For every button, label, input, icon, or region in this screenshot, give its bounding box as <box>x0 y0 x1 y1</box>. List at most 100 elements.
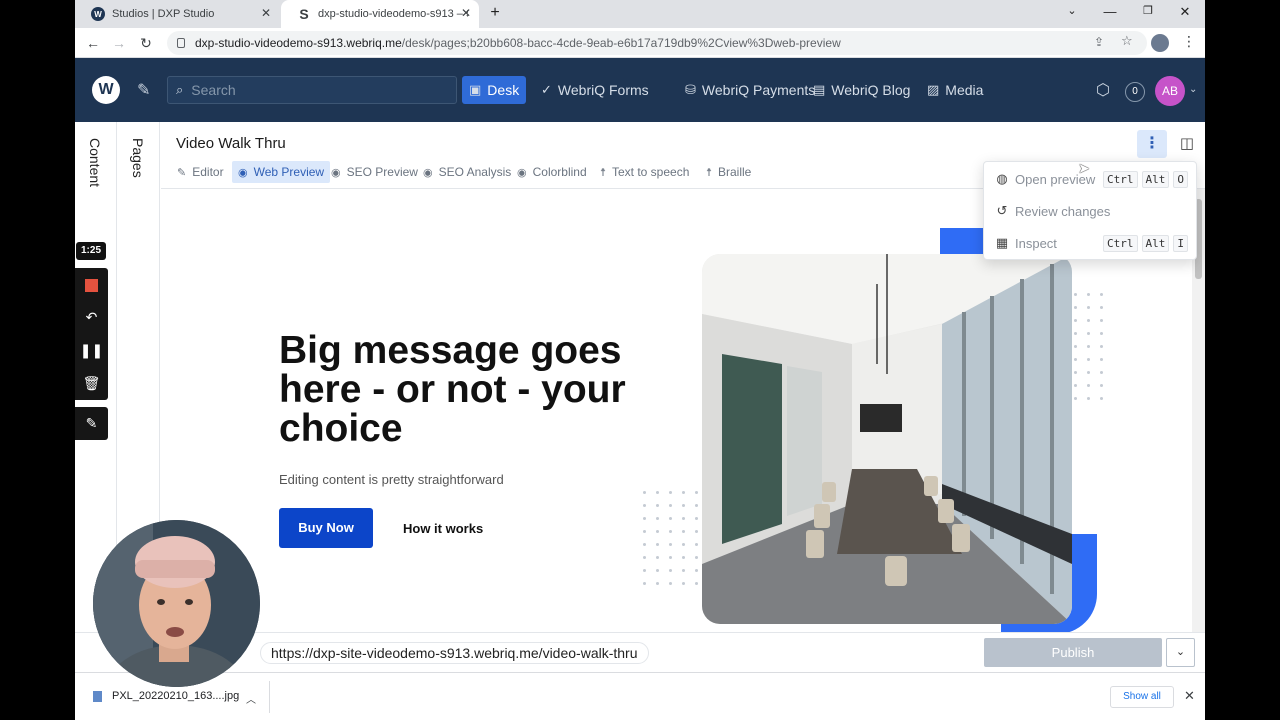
nav-webriq-blog[interactable]: ▤ WebriQ Blog <box>806 76 917 104</box>
decorative-dot <box>682 556 685 559</box>
new-tab-button[interactable]: + <box>485 4 505 22</box>
decorative-dot <box>682 504 685 507</box>
decorative-dot <box>1087 371 1090 374</box>
forward-icon[interactable]: → <box>109 33 129 53</box>
split-pane-icon[interactable]: ◫ <box>1175 132 1199 156</box>
decorative-dot <box>1100 319 1103 322</box>
share-icon[interactable]: ⇪ <box>1094 35 1104 49</box>
decorative-dot <box>1100 358 1103 361</box>
webriq-logo[interactable]: W <box>92 76 120 104</box>
hero-headline: Big message goes here - or not - your ch… <box>279 329 626 450</box>
downloads-close-icon[interactable]: ✕ <box>1184 688 1195 704</box>
browser-profile-avatar[interactable] <box>1151 34 1169 52</box>
tab-colorblind[interactable]: ◉ Colorblind <box>511 161 593 183</box>
search-input[interactable]: ⌕ Search <box>167 76 457 104</box>
payments-icon: ⛁ <box>685 82 696 97</box>
minimize-icon[interactable]: — <box>1100 4 1120 19</box>
decorative-dot-grid <box>1074 293 1103 400</box>
eye-icon: ◉ <box>238 166 248 179</box>
publish-options-chevron-icon[interactable]: ⌄ <box>1166 638 1195 667</box>
browser-menu-icon[interactable]: ⋮ <box>1182 33 1196 50</box>
tab-braille[interactable]: ☨ Braille <box>700 161 757 183</box>
hero-subtext: Editing content is pretty straightforwar… <box>279 472 504 487</box>
tab-seo-analysis[interactable]: ◉ SEO Analysis <box>417 161 517 183</box>
buy-now-button[interactable]: Buy Now <box>279 508 373 548</box>
menu-item-open-preview[interactable]: ◍ Open preview Ctrl Alt O <box>984 163 1198 195</box>
search-placeholder: Search <box>191 82 236 98</box>
browser-tab-dxp-studio[interactable]: S dxp-studio-videodemo-s913 – St ✕ <box>281 0 479 28</box>
tab-label: Web Preview <box>253 165 325 179</box>
decorative-dot <box>695 517 698 520</box>
tab-label: Editor <box>192 165 224 179</box>
package-icon[interactable]: ⬡ <box>1096 80 1110 100</box>
decorative-dot <box>1100 371 1103 374</box>
undo-icon[interactable]: ↶ <box>75 301 108 334</box>
decorative-dot <box>1100 293 1103 296</box>
more-options-button[interactable]: ⋮ <box>1137 130 1167 158</box>
published-url[interactable]: https://dxp-site-videodemo-s913.webriq.m… <box>260 642 649 664</box>
address-host: dxp-studio-videodemo-s913.webriq.me <box>195 36 402 50</box>
user-avatar[interactable]: AB <box>1155 76 1185 106</box>
eye-icon: ◉ <box>423 166 433 179</box>
menu-item-review-changes[interactable]: ↺ Review changes <box>984 195 1198 227</box>
window-close-icon[interactable]: ✕ <box>1175 4 1195 20</box>
download-options-chevron-icon[interactable]: ︿ <box>246 691 256 706</box>
reload-icon[interactable]: ↻ <box>136 33 156 53</box>
tab-editor[interactable]: ✎ Editor <box>171 161 230 183</box>
show-all-button[interactable]: Show all <box>1110 686 1174 708</box>
restore-icon[interactable]: ❐ <box>1138 4 1158 17</box>
nav-desk[interactable]: ▣ Desk <box>462 76 527 104</box>
decorative-dot-grid <box>643 491 698 585</box>
desk-icon: ▣ <box>469 82 482 97</box>
tab-strip: W Studios | DXP Studio ✕ S dxp-studio-vi… <box>75 0 1205 28</box>
decorative-dot <box>682 530 685 533</box>
decorative-dot <box>669 569 672 572</box>
accessibility-icon: ☨ <box>600 166 606 179</box>
decorative-dot <box>669 491 672 494</box>
tab-seo-preview[interactable]: ◉ SEO Preview <box>325 161 424 183</box>
browser-toolbar: ← → ↻ dxp-studio-videodemo-s913.webriq.m… <box>75 28 1205 58</box>
shortcut-key: Ctrl <box>1103 234 1138 252</box>
mouse-cursor-icon: ➤ <box>1078 160 1090 176</box>
decorative-dot <box>656 517 659 520</box>
nav-webriq-forms[interactable]: ✓ WebriQ Forms <box>534 76 656 104</box>
back-icon[interactable]: ← <box>83 33 103 53</box>
pause-icon[interactable]: ❚❚ <box>75 334 108 367</box>
shortcut-keys: Ctrl Alt O <box>1103 170 1188 188</box>
browser-tab-studios[interactable]: W Studios | DXP Studio ✕ <box>75 0 279 28</box>
nav-media[interactable]: ▨ Media <box>920 76 990 104</box>
shortcut-key: I <box>1173 234 1188 252</box>
tab-label: Colorblind <box>532 165 587 179</box>
close-tab-icon[interactable]: ✕ <box>261 6 271 20</box>
decorative-dot <box>1100 306 1103 309</box>
downloads-bar: PXL_20220210_163....jpg ︿ Show all ✕ <box>75 672 1205 720</box>
download-item[interactable]: PXL_20220210_163....jpg <box>93 690 239 702</box>
menu-item-label: Inspect <box>1015 235 1057 251</box>
document-icon: ▤ <box>813 82 826 97</box>
how-it-works-link[interactable]: How it works <box>403 521 483 536</box>
decorative-dot <box>1074 306 1077 309</box>
tab-web-preview[interactable]: ◉ Web Preview <box>232 161 331 183</box>
tab-title: Studios | DXP Studio <box>112 8 215 20</box>
nav-webriq-payments[interactable]: ⛁ WebriQ Payments <box>678 76 822 104</box>
trash-icon[interactable]: 🗑 <box>75 367 108 400</box>
annotate-pen-icon[interactable]: ✎ <box>75 407 108 440</box>
menu-item-inspect[interactable]: ▦ Inspect Ctrl Alt I <box>984 227 1198 259</box>
tab-title: dxp-studio-videodemo-s913 – St <box>318 8 468 20</box>
stop-recording-button[interactable] <box>75 268 108 301</box>
close-tab-icon[interactable]: ✕ <box>461 6 471 20</box>
decorative-dot <box>1100 384 1103 387</box>
decorative-dot <box>1074 397 1077 400</box>
decorative-dot <box>1100 397 1103 400</box>
tab-text-to-speech[interactable]: ☨ Text to speech <box>594 161 695 183</box>
shortcut-key: O <box>1173 170 1188 188</box>
recorder-toolbar: ↶ ❚❚ 🗑 <box>75 268 108 400</box>
notification-badge[interactable]: 0 <box>1125 82 1145 102</box>
compose-icon[interactable]: ✎ <box>137 80 150 100</box>
address-bar[interactable]: dxp-studio-videodemo-s913.webriq.me/desk… <box>167 31 1147 55</box>
tab-search-icon[interactable]: ⌄ <box>1062 4 1082 17</box>
bookmark-star-icon[interactable]: ☆ <box>1121 33 1133 49</box>
publish-button[interactable]: Publish <box>984 638 1162 667</box>
user-menu-chevron-icon[interactable]: ⌄ <box>1189 84 1197 95</box>
shortcut-keys: Ctrl Alt I <box>1103 234 1188 252</box>
